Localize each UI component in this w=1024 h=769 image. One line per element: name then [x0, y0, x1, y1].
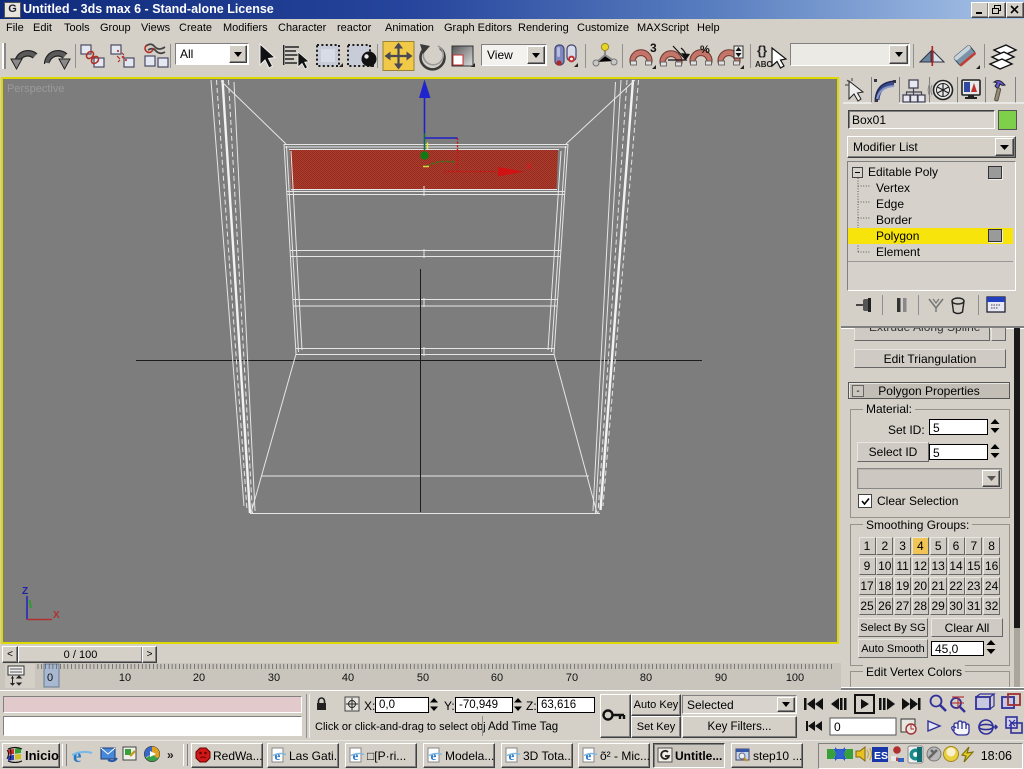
- svg-text:e: e: [431, 748, 437, 763]
- svg-text:e: e: [73, 746, 81, 767]
- svg-text:e: e: [509, 748, 515, 763]
- svg-text:e: e: [353, 748, 359, 763]
- svg-text:3: 3: [650, 41, 657, 55]
- svg-text:{}: {}: [757, 43, 767, 58]
- svg-text:e: e: [586, 748, 592, 763]
- svg-text:»: »: [167, 748, 174, 762]
- svg-text:0: 0: [834, 720, 841, 734]
- svg-text:ABC: ABC: [755, 60, 773, 69]
- svg-text:X: X: [53, 610, 60, 621]
- svg-text:e: e: [275, 748, 281, 763]
- svg-text:ES: ES: [874, 750, 888, 762]
- svg-text:%: %: [700, 44, 710, 56]
- svg-text:Z: Z: [22, 586, 28, 597]
